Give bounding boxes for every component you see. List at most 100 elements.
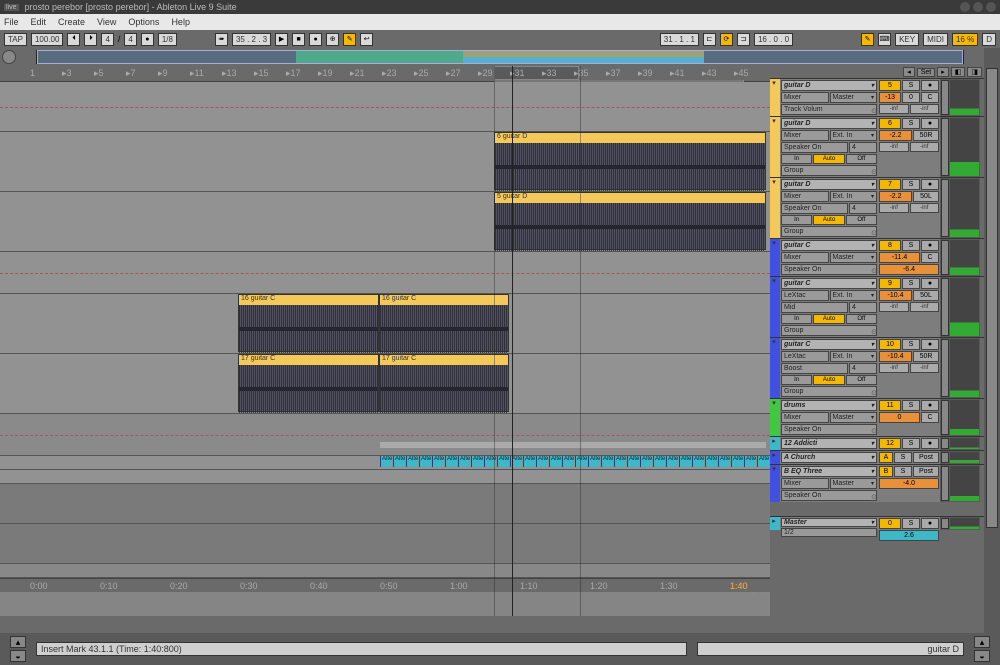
quantize-select[interactable]: 1/8: [158, 33, 177, 46]
audio-clip[interactable]: 5 guitar D: [494, 192, 766, 250]
group-select[interactable]: Group: [781, 226, 877, 237]
midi-clip[interactable]: Alte: [432, 456, 444, 467]
routing-select[interactable]: Ext. In▾: [830, 130, 878, 141]
menu-view[interactable]: View: [97, 17, 116, 27]
track-delay[interactable]: [941, 452, 949, 463]
mixer-select[interactable]: LeXtac: [781, 351, 829, 362]
device-toggle-icon[interactable]: ⊙: [871, 107, 877, 115]
menu-create[interactable]: Create: [58, 17, 85, 27]
send-value[interactable]: -inf: [879, 363, 909, 373]
arm-button[interactable]: ●: [921, 400, 939, 411]
audio-clip[interactable]: 17 guitar C: [238, 354, 379, 412]
tempo-field[interactable]: 100.00: [31, 33, 63, 46]
midi-clip[interactable]: Alte: [731, 456, 743, 467]
clip-title[interactable]: 16 guitar C: [239, 295, 378, 305]
midi-clip[interactable]: Alte: [692, 456, 704, 467]
track-lane[interactable]: [0, 252, 770, 294]
track-name-field[interactable]: drums▾: [781, 400, 877, 411]
send-a-knob[interactable]: -13: [879, 92, 901, 103]
midi-clip[interactable]: Alte: [458, 456, 470, 467]
midi-clip[interactable]: Alte: [380, 456, 392, 467]
arm-button[interactable]: ●: [921, 278, 939, 289]
send-value[interactable]: -inf: [879, 142, 909, 152]
clip-title[interactable]: 17 guitar C: [380, 355, 508, 365]
solo-button[interactable]: S: [902, 80, 920, 91]
follow-button[interactable]: ➠: [215, 33, 228, 46]
routing-select[interactable]: Master▾: [830, 252, 878, 263]
track-lane[interactable]: [0, 524, 770, 564]
send-value[interactable]: -inf: [910, 302, 940, 312]
audio-clip[interactable]: 6 guitar D: [494, 132, 766, 190]
midi-clip[interactable]: Alte: [653, 456, 665, 467]
menu-edit[interactable]: Edit: [31, 17, 47, 27]
device-toggle-icon[interactable]: ⊙: [871, 328, 877, 336]
arrow-up-icon[interactable]: ▴: [974, 636, 990, 648]
midi-clip[interactable]: Alte: [562, 456, 574, 467]
time-sig-num[interactable]: 4: [101, 33, 113, 46]
send-value[interactable]: -inf: [879, 203, 909, 213]
solo-button[interactable]: S: [902, 118, 920, 129]
track-lane[interactable]: 6 guitar D: [0, 132, 770, 192]
arm-button[interactable]: ●: [921, 118, 939, 129]
track-name-field[interactable]: guitar D▾: [781, 179, 877, 190]
track-activator[interactable]: 5: [879, 80, 901, 91]
monitor-auto-button[interactable]: Auto: [813, 375, 844, 385]
mixer-select[interactable]: Mixer: [781, 478, 829, 489]
fold-track-button[interactable]: ▾: [770, 338, 778, 346]
solo-button[interactable]: S: [894, 466, 912, 477]
live-view-toggle[interactable]: [2, 50, 16, 64]
track-delay[interactable]: [941, 240, 949, 275]
fold-track-button[interactable]: ▸: [770, 451, 778, 459]
track-delay[interactable]: [941, 438, 949, 449]
group-select[interactable]: Group: [781, 325, 877, 336]
send-value[interactable]: -inf: [910, 142, 940, 152]
mixer-select[interactable]: LeXtac: [781, 290, 829, 301]
midi-clip[interactable]: Alte: [497, 456, 509, 467]
clip-title[interactable]: 6 guitar D: [495, 133, 765, 143]
monitor-select[interactable]: Boost: [781, 363, 848, 374]
track-delay[interactable]: [941, 466, 949, 501]
post-button[interactable]: Post: [913, 466, 939, 477]
track-delay[interactable]: [941, 400, 949, 435]
mixer-select[interactable]: Mixer: [781, 92, 829, 103]
routing-select[interactable]: Master▾: [830, 478, 878, 489]
routing-select[interactable]: Master▾: [830, 92, 878, 103]
speaker-toggle[interactable]: Speaker On: [781, 264, 877, 275]
track-name-field[interactable]: 12 Addicti▾: [781, 438, 877, 449]
clip-title[interactable]: 16 guitar C: [380, 295, 508, 305]
send-value[interactable]: -inf: [879, 104, 909, 114]
send-a-knob[interactable]: -2.2: [879, 191, 912, 202]
speaker-toggle[interactable]: Speaker On: [781, 490, 877, 501]
midi-clip[interactable]: Alte: [614, 456, 626, 467]
track-delay[interactable]: [941, 118, 949, 176]
track-delay[interactable]: [941, 278, 949, 336]
arm-button[interactable]: ●: [921, 240, 939, 251]
track-activator[interactable]: 6: [879, 118, 901, 129]
stop-button[interactable]: ■: [292, 33, 305, 46]
pan-knob[interactable]: 50R: [913, 351, 939, 362]
track-lane[interactable]: [0, 564, 770, 578]
pan-knob[interactable]: 50L: [913, 191, 939, 202]
clip-title[interactable]: 17 guitar C: [239, 355, 378, 365]
track-lane[interactable]: [0, 484, 770, 524]
metronome-button[interactable]: ●: [141, 33, 154, 46]
audio-clip[interactable]: 16 guitar C: [379, 294, 509, 352]
track-delay[interactable]: [941, 518, 949, 529]
monitor-off-button[interactable]: Off: [846, 215, 877, 225]
device-toggle-icon[interactable]: ⊙: [871, 493, 877, 501]
record-button[interactable]: ●: [309, 33, 322, 46]
group-select[interactable]: Group: [781, 386, 877, 397]
track-activator[interactable]: 10: [879, 339, 901, 350]
send-value[interactable]: -inf: [879, 302, 909, 312]
monitor-select[interactable]: Speaker On: [781, 142, 848, 153]
pan-center[interactable]: C: [921, 412, 939, 423]
track-name-field[interactable]: guitar C▾: [781, 339, 877, 350]
channel-select[interactable]: 4: [849, 363, 877, 374]
mixer-select[interactable]: Mixer: [781, 191, 829, 202]
track-name-field[interactable]: guitar C▾: [781, 278, 877, 289]
automation-select[interactable]: Track Volum: [781, 104, 877, 115]
toggle-a[interactable]: ◧: [951, 67, 966, 77]
monitor-off-button[interactable]: Off: [846, 375, 877, 385]
monitor-select[interactable]: Speaker On: [781, 203, 848, 214]
pan-knob[interactable]: 50R: [913, 130, 939, 141]
